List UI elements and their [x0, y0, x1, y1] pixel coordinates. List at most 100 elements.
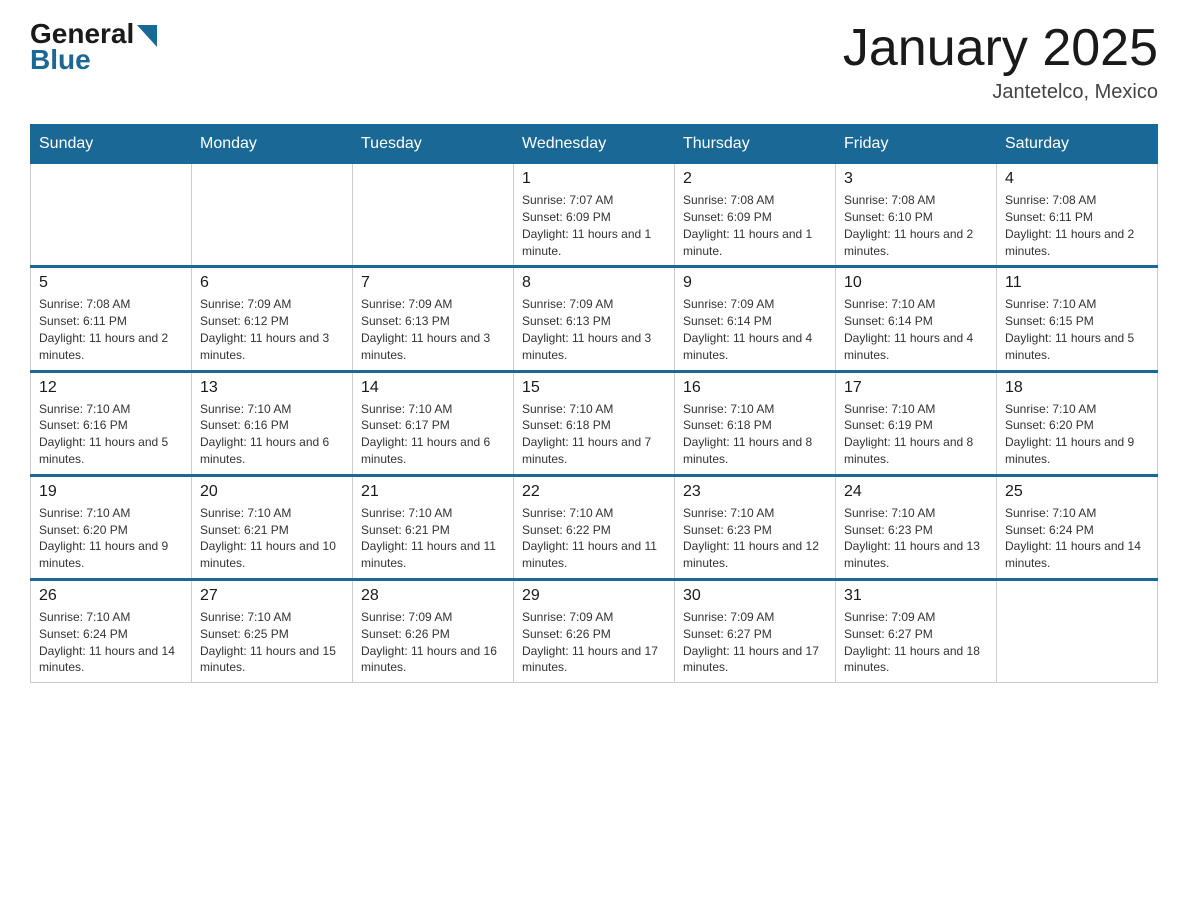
calendar-cell: 7 Sunrise: 7:09 AMSunset: 6:13 PMDaylight… [353, 267, 514, 371]
day-number: 4 [1005, 170, 1149, 188]
day-info: Sunrise: 7:10 AMSunset: 6:24 PMDaylight:… [1005, 505, 1149, 572]
day-info: Sunrise: 7:09 AMSunset: 6:27 PMDaylight:… [683, 609, 827, 676]
calendar-cell: 12Sunrise: 7:10 AMSunset: 6:16 PMDayligh… [31, 371, 192, 475]
calendar-cell: 1 Sunrise: 7:07 AMSunset: 6:09 PMDaylight… [514, 164, 675, 267]
calendar-cell: 9Sunrise: 7:09 AMSunset: 6:14 PMDaylight… [675, 267, 836, 371]
calendar-day-header: Thursday [675, 125, 836, 164]
day-info: Sunrise: 7:09 AMSunset: 6:12 PMDaylight:… [200, 296, 344, 363]
calendar-cell: 15 Sunrise: 7:10 AMSunset: 6:18 PMDayligh… [514, 371, 675, 475]
day-number: 1 [522, 170, 666, 188]
calendar-cell: 4 Sunrise: 7:08 AMSunset: 6:11 PMDaylight… [997, 164, 1158, 267]
day-number: 23 [683, 483, 827, 501]
day-number: 18 [1005, 379, 1149, 397]
day-info: Sunrise: 7:10 AMSunset: 6:16 PMDaylight:… [39, 401, 183, 468]
day-number: 21 [361, 483, 505, 501]
day-info: Sunrise: 7:09 AMSunset: 6:27 PMDaylight:… [844, 609, 988, 676]
calendar-cell: 17 Sunrise: 7:10 AMSunset: 6:19 PMDayligh… [836, 371, 997, 475]
calendar-cell [997, 579, 1158, 682]
day-number: 26 [39, 587, 183, 605]
day-number: 28 [361, 587, 505, 605]
calendar-table: SundayMondayTuesdayWednesdayThursdayFrid… [30, 124, 1158, 683]
calendar-week-row: 5Sunrise: 7:08 AMSunset: 6:11 PMDaylight… [31, 267, 1158, 371]
calendar-cell: 21Sunrise: 7:10 AMSunset: 6:21 PMDayligh… [353, 475, 514, 579]
day-info: Sunrise: 7:07 AMSunset: 6:09 PMDaylight:… [522, 192, 666, 259]
day-number: 3 [844, 170, 988, 188]
logo-arrow-icon [137, 25, 157, 47]
day-number: 31 [844, 587, 988, 605]
calendar-cell: 18 Sunrise: 7:10 AMSunset: 6:20 PMDayligh… [997, 371, 1158, 475]
logo: General Blue [30, 20, 157, 74]
calendar-cell: 28Sunrise: 7:09 AMSunset: 6:26 PMDayligh… [353, 579, 514, 682]
day-info: Sunrise: 7:09 AMSunset: 6:13 PMDaylight:… [361, 296, 505, 363]
day-info: Sunrise: 7:10 AMSunset: 6:18 PMDaylight:… [683, 401, 827, 468]
day-number: 8 [522, 274, 666, 292]
calendar-day-header: Saturday [997, 125, 1158, 164]
calendar-cell [31, 164, 192, 267]
day-number: 29 [522, 587, 666, 605]
calendar-cell: 23Sunrise: 7:10 AMSunset: 6:23 PMDayligh… [675, 475, 836, 579]
day-info: Sunrise: 7:10 AMSunset: 6:18 PMDaylight:… [522, 401, 666, 468]
day-number: 14 [361, 379, 505, 397]
calendar-body: 1 Sunrise: 7:07 AMSunset: 6:09 PMDaylight… [31, 164, 1158, 683]
day-number: 25 [1005, 483, 1149, 501]
calendar-day-header: Friday [836, 125, 997, 164]
calendar-cell: 20 Sunrise: 7:10 AMSunset: 6:21 PMDayligh… [192, 475, 353, 579]
day-info: Sunrise: 7:08 AMSunset: 6:11 PMDaylight:… [1005, 192, 1149, 259]
day-number: 20 [200, 483, 344, 501]
calendar-cell [353, 164, 514, 267]
calendar-week-row: 19 Sunrise: 7:10 AMSunset: 6:20 PMDayligh… [31, 475, 1158, 579]
day-info: Sunrise: 7:10 AMSunset: 6:19 PMDaylight:… [844, 401, 988, 468]
day-info: Sunrise: 7:09 AMSunset: 6:14 PMDaylight:… [683, 296, 827, 363]
calendar-cell [192, 164, 353, 267]
day-info: Sunrise: 7:10 AMSunset: 6:21 PMDaylight:… [200, 505, 344, 572]
day-number: 11 [1005, 274, 1149, 292]
calendar-week-row: 1 Sunrise: 7:07 AMSunset: 6:09 PMDaylight… [31, 164, 1158, 267]
month-year-title: January 2025 [843, 20, 1158, 77]
day-info: Sunrise: 7:10 AMSunset: 6:25 PMDaylight:… [200, 609, 344, 676]
day-info: Sunrise: 7:08 AMSunset: 6:11 PMDaylight:… [39, 296, 183, 363]
day-info: Sunrise: 7:10 AMSunset: 6:24 PMDaylight:… [39, 609, 183, 676]
day-info: Sunrise: 7:10 AMSunset: 6:20 PMDaylight:… [1005, 401, 1149, 468]
day-info: Sunrise: 7:10 AMSunset: 6:22 PMDaylight:… [522, 505, 666, 572]
calendar-day-header: Wednesday [514, 125, 675, 164]
location-subtitle: Jantetelco, Mexico [843, 81, 1158, 104]
day-number: 7 [361, 274, 505, 292]
calendar-day-header: Sunday [31, 125, 192, 164]
calendar-cell: 27Sunrise: 7:10 AMSunset: 6:25 PMDayligh… [192, 579, 353, 682]
calendar-week-row: 12Sunrise: 7:10 AMSunset: 6:16 PMDayligh… [31, 371, 1158, 475]
calendar-cell: 25 Sunrise: 7:10 AMSunset: 6:24 PMDayligh… [997, 475, 1158, 579]
calendar-day-header: Tuesday [353, 125, 514, 164]
calendar-cell: 8 Sunrise: 7:09 AMSunset: 6:13 PMDaylight… [514, 267, 675, 371]
calendar-cell: 22 Sunrise: 7:10 AMSunset: 6:22 PMDayligh… [514, 475, 675, 579]
day-number: 2 [683, 170, 827, 188]
day-info: Sunrise: 7:10 AMSunset: 6:14 PMDaylight:… [844, 296, 988, 363]
page-header: General Blue January 2025 Jantetelco, Me… [30, 20, 1158, 104]
calendar-cell: 11 Sunrise: 7:10 AMSunset: 6:15 PMDayligh… [997, 267, 1158, 371]
calendar-cell: 19 Sunrise: 7:10 AMSunset: 6:20 PMDayligh… [31, 475, 192, 579]
calendar-cell: 3Sunrise: 7:08 AMSunset: 6:10 PMDaylight… [836, 164, 997, 267]
calendar-cell: 5Sunrise: 7:08 AMSunset: 6:11 PMDaylight… [31, 267, 192, 371]
day-number: 19 [39, 483, 183, 501]
day-number: 15 [522, 379, 666, 397]
calendar-cell: 29Sunrise: 7:09 AMSunset: 6:26 PMDayligh… [514, 579, 675, 682]
day-number: 10 [844, 274, 988, 292]
title-section: January 2025 Jantetelco, Mexico [843, 20, 1158, 104]
day-info: Sunrise: 7:10 AMSunset: 6:20 PMDaylight:… [39, 505, 183, 572]
calendar-cell: 30Sunrise: 7:09 AMSunset: 6:27 PMDayligh… [675, 579, 836, 682]
calendar-week-row: 26 Sunrise: 7:10 AMSunset: 6:24 PMDayligh… [31, 579, 1158, 682]
day-number: 17 [844, 379, 988, 397]
day-info: Sunrise: 7:10 AMSunset: 6:23 PMDaylight:… [844, 505, 988, 572]
calendar-header-row: SundayMondayTuesdayWednesdayThursdayFrid… [31, 125, 1158, 164]
calendar-cell: 31 Sunrise: 7:09 AMSunset: 6:27 PMDayligh… [836, 579, 997, 682]
day-info: Sunrise: 7:10 AMSunset: 6:17 PMDaylight:… [361, 401, 505, 468]
calendar-cell: 16Sunrise: 7:10 AMSunset: 6:18 PMDayligh… [675, 371, 836, 475]
calendar-cell: 26 Sunrise: 7:10 AMSunset: 6:24 PMDayligh… [31, 579, 192, 682]
day-info: Sunrise: 7:10 AMSunset: 6:16 PMDaylight:… [200, 401, 344, 468]
calendar-cell: 10 Sunrise: 7:10 AMSunset: 6:14 PMDayligh… [836, 267, 997, 371]
day-number: 13 [200, 379, 344, 397]
day-info: Sunrise: 7:09 AMSunset: 6:13 PMDaylight:… [522, 296, 666, 363]
day-info: Sunrise: 7:10 AMSunset: 6:15 PMDaylight:… [1005, 296, 1149, 363]
calendar-cell: 14 Sunrise: 7:10 AMSunset: 6:17 PMDayligh… [353, 371, 514, 475]
day-number: 24 [844, 483, 988, 501]
day-number: 22 [522, 483, 666, 501]
